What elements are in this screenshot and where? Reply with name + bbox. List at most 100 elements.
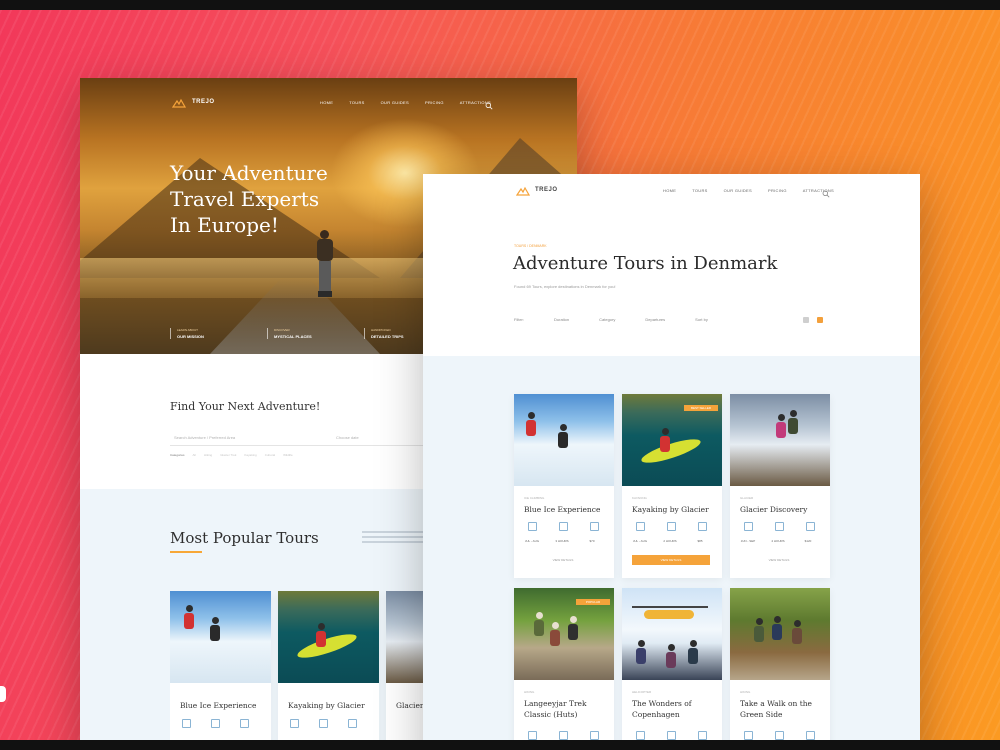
tour-name[interactable]: Blue Ice Experience: [524, 504, 610, 515]
view-details-button[interactable]: VIEW DETAILS: [524, 555, 602, 565]
nav-tours[interactable]: TOURS: [349, 100, 364, 105]
tour-price: $85: [697, 539, 703, 543]
brand-name[interactable]: TREJO: [192, 99, 215, 105]
tour-card[interactable]: Kayaking by Glacier: [278, 591, 379, 740]
filter-category[interactable]: Category: [599, 317, 615, 322]
tour-photo: [386, 591, 426, 683]
tour-name[interactable]: Glacier Discovery: [396, 701, 426, 710]
tour-meta-icons: [744, 731, 815, 740]
view-details-button[interactable]: VIEW DETAILS: [632, 555, 710, 565]
clock-icon: [319, 719, 328, 728]
search-icon[interactable]: [822, 185, 830, 198]
tour-photo: [514, 394, 614, 486]
hiker-figure: [754, 618, 764, 642]
price-icon: [806, 731, 815, 740]
tour-card[interactable]: HELICOPTER The Wonders of Copenhagen: [622, 588, 722, 740]
date-input[interactable]: Choose date: [336, 435, 359, 440]
tour-photo: BEST SELLER: [622, 394, 722, 486]
hero-headline-line: Travel Experts: [170, 187, 320, 211]
climber-figure: [210, 617, 220, 641]
main-menu: HOME TOURS OUR GUIDES PRICING ATTRACTION…: [320, 100, 491, 105]
tour-card[interactable]: HIKING Take a Walk on the Green Side: [730, 588, 830, 740]
edge-tab: [0, 686, 6, 702]
price-icon: [348, 719, 357, 728]
tour-photo: [730, 394, 830, 486]
find-adventure-title: Find Your Next Adventure!: [170, 400, 321, 413]
hero-stat-item[interactable]: LEARN ABOUT OUR MISSION: [170, 328, 261, 339]
tour-name[interactable]: Blue Ice Experience: [180, 701, 256, 710]
hero-stats: LEARN ABOUT OUR MISSION DISCOVER MYSTICA…: [170, 328, 461, 339]
nav-pricing[interactable]: PRICING: [425, 100, 444, 105]
kayaker-figure: [316, 623, 326, 647]
hero-headline-line: Your Adventure: [170, 161, 328, 185]
badge-label: BEST SELLER: [690, 406, 712, 410]
tour-photo: [278, 591, 379, 683]
price-icon: [698, 522, 707, 531]
category-tag[interactable]: Hiking: [204, 453, 212, 457]
hero-stat-item[interactable]: DISCOVER MYSTICAL PLACES: [267, 328, 358, 339]
view-toggle: [803, 317, 823, 323]
nav-our-guides[interactable]: OUR GUIDES: [724, 188, 752, 193]
tour-photo: POPULAR: [514, 588, 614, 680]
hiker-figure: [550, 622, 560, 646]
tour-card[interactable]: POPULAR HIKING Langeeyjar Trek Classic (…: [514, 588, 614, 740]
hero-headline-line: In Europe!: [170, 213, 279, 237]
popular-badge: POPULAR: [576, 599, 610, 605]
climber-figure: [184, 605, 194, 629]
view-details-button[interactable]: VIEW DETAILS: [740, 555, 818, 565]
category-tag[interactable]: Kayaking: [244, 453, 256, 457]
title-underline: [170, 551, 202, 553]
search-icon[interactable]: [485, 97, 493, 110]
breadcrumb[interactable]: TOURS / DENMARK: [514, 244, 547, 248]
category-tags: Categories All Hiking Glacier Trek Kayak…: [170, 453, 293, 457]
tour-name[interactable]: Kayaking by Glacier: [632, 504, 718, 515]
category-tag[interactable]: Cultural: [265, 453, 275, 457]
tour-name[interactable]: Glacier Discovery: [740, 504, 826, 515]
calendar-icon: [636, 731, 645, 740]
hiker-figure: [314, 230, 336, 308]
background-stage: TREJO HOME TOURS OUR GUIDES PRICING ATTR…: [0, 10, 1000, 740]
tour-category: KAYAKING: [632, 496, 647, 500]
tour-meta-values: JUL - AUG 2 HOURS $85: [632, 539, 708, 543]
tour-card[interactable]: GLACIER Glacier Discovery JUN - SEP 4 HO…: [730, 394, 830, 578]
stat-value: MYSTICAL PLACES: [274, 334, 312, 339]
list-view-icon[interactable]: [803, 317, 809, 323]
tour-name[interactable]: The Wonders of Copenhagen: [632, 698, 718, 720]
category-tag[interactable]: Wildlife: [283, 453, 293, 457]
climber-figure: [558, 424, 568, 448]
grid-view-icon[interactable]: [817, 317, 823, 323]
tour-price: $120: [804, 539, 812, 543]
kayak-shape: [639, 434, 703, 468]
filter-sort[interactable]: Sort by: [695, 317, 708, 322]
tour-name[interactable]: Langeeyjar Trek Classic (Huts): [524, 698, 610, 720]
category-tag[interactable]: Glacier Trek: [220, 453, 236, 457]
mountain-logo-icon[interactable]: [516, 186, 530, 196]
nav-home[interactable]: HOME: [663, 188, 676, 193]
nav-our-guides[interactable]: OUR GUIDES: [381, 100, 409, 105]
tour-card[interactable]: Blue Ice Experience: [170, 591, 271, 740]
search-input[interactable]: Search Adventure / Preferred Area: [174, 435, 235, 440]
hiker-figure: [534, 612, 544, 636]
tour-card[interactable]: BEST SELLER KAYAKING Kayaking by Glacier…: [622, 394, 722, 578]
filter-duration[interactable]: Duration: [554, 317, 569, 322]
tour-card[interactable]: Glacier Discovery: [386, 591, 426, 740]
tour-category: HIKING: [524, 690, 535, 694]
clock-icon: [211, 719, 220, 728]
nav-pricing[interactable]: PRICING: [768, 188, 787, 193]
filter-departures[interactable]: Departures: [645, 317, 665, 322]
mountain-logo-icon[interactable]: [172, 98, 186, 108]
category-tag[interactable]: All: [193, 453, 196, 457]
tour-name[interactable]: Take a Walk on the Green Side: [740, 698, 826, 720]
hiker-figure: [792, 620, 802, 644]
top-navigation: TREJO HOME TOURS OUR GUIDES PRICING ATTR…: [80, 78, 577, 118]
tour-card[interactable]: ICE CLIMBING Blue Ice Experience JUL - A…: [514, 394, 614, 578]
filter-bar: Filter: Duration Category Departures Sor…: [514, 317, 738, 322]
nav-home[interactable]: HOME: [320, 100, 333, 105]
brand-name[interactable]: TREJO: [535, 187, 558, 193]
calendar-icon: [636, 522, 645, 531]
helicopter-shape: [644, 610, 694, 619]
tour-name[interactable]: Kayaking by Glacier: [288, 701, 365, 710]
clock-icon: [559, 731, 568, 740]
nav-tours[interactable]: TOURS: [692, 188, 707, 193]
tour-meta-icons: [290, 719, 357, 728]
